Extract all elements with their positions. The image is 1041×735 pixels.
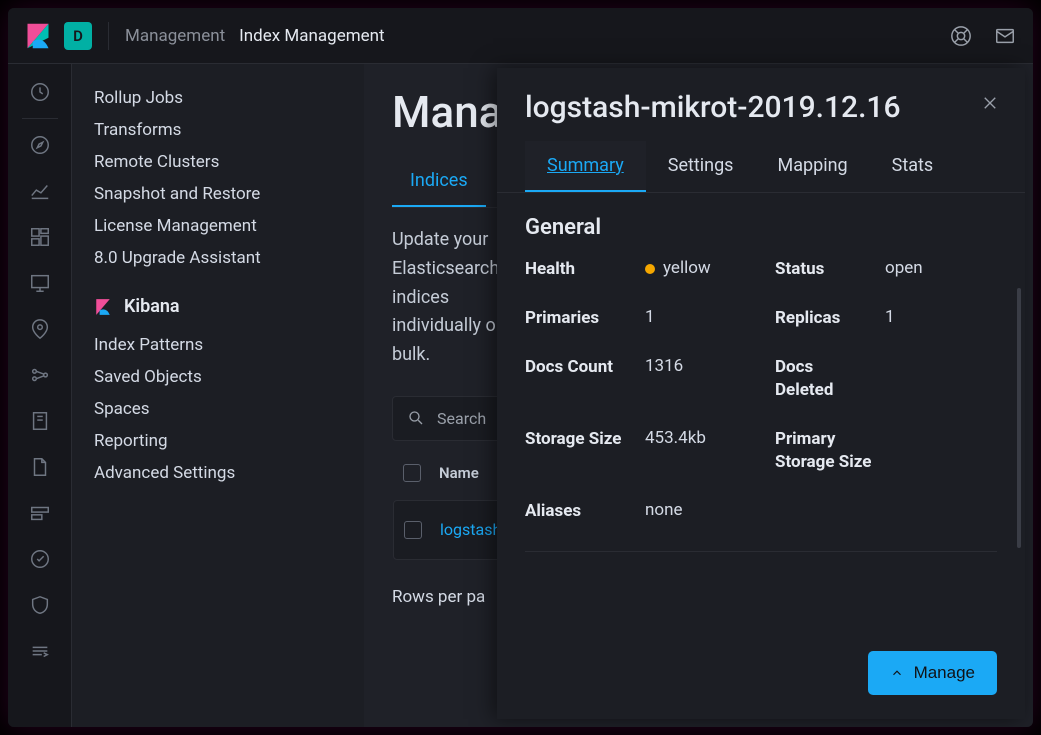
help-icon[interactable]	[949, 24, 973, 48]
value-primaries: 1	[645, 307, 765, 327]
sidebar-item-index-patterns[interactable]: Index Patterns	[94, 329, 364, 361]
label-storage-size: Storage Size	[525, 428, 635, 451]
value-status: open	[885, 258, 981, 278]
breadcrumb-parent[interactable]: Management	[125, 26, 225, 46]
tab-summary[interactable]: Summary	[525, 141, 646, 192]
discover-icon[interactable]	[28, 133, 52, 157]
sidebar-item-advanced-settings[interactable]: Advanced Settings	[94, 457, 364, 489]
collapse-icon[interactable]	[28, 639, 52, 663]
kibana-mini-icon	[94, 298, 112, 316]
nav-rail	[8, 64, 72, 727]
search-icon	[407, 409, 425, 427]
sidebar: Rollup Jobs Transforms Remote Clusters S…	[72, 64, 364, 727]
recent-icon[interactable]	[28, 80, 52, 104]
divider	[525, 551, 997, 552]
apm-icon[interactable]	[28, 501, 52, 525]
label-primary-storage-size: Primary Storage Size	[775, 428, 875, 474]
maps-icon[interactable]	[28, 317, 52, 341]
dashboard-icon[interactable]	[28, 225, 52, 249]
value-replicas: 1	[885, 307, 981, 327]
value-docs-count: 1316	[645, 356, 765, 376]
sidebar-item-rollup-jobs[interactable]: Rollup Jobs	[94, 82, 364, 114]
sidebar-item-transforms[interactable]: Transforms	[94, 114, 364, 146]
sidebar-item-snapshot-restore[interactable]: Snapshot and Restore	[94, 178, 364, 210]
ml-icon[interactable]	[28, 363, 52, 387]
sidebar-section-label: Kibana	[124, 296, 180, 317]
select-all-checkbox[interactable]	[403, 464, 421, 482]
value-health: yellow	[645, 258, 765, 278]
label-health: Health	[525, 258, 635, 281]
infra-icon[interactable]	[28, 409, 52, 433]
tab-stats[interactable]: Stats	[870, 141, 956, 192]
topbar: D Management Index Management	[8, 8, 1033, 64]
search-placeholder: Search	[437, 409, 486, 428]
canvas-icon[interactable]	[28, 271, 52, 295]
section-general-title: General	[525, 215, 997, 240]
label-status: Status	[775, 258, 875, 281]
sidebar-item-upgrade-assistant[interactable]: 8.0 Upgrade Assistant	[94, 242, 364, 274]
scrollbar[interactable]	[1017, 288, 1021, 548]
value-aliases: none	[645, 500, 765, 520]
divider	[22, 118, 58, 119]
sidebar-item-spaces[interactable]: Spaces	[94, 393, 364, 425]
siem-icon[interactable]	[28, 593, 52, 617]
label-docs-count: Docs Count	[525, 356, 635, 379]
tab-indices[interactable]: Indices	[392, 156, 486, 207]
visualize-icon[interactable]	[28, 179, 52, 203]
space-badge[interactable]: D	[64, 22, 92, 50]
uptime-icon[interactable]	[28, 547, 52, 571]
row-checkbox[interactable]	[404, 521, 422, 539]
sidebar-item-remote-clusters[interactable]: Remote Clusters	[94, 146, 364, 178]
value-storage-size: 453.4kb	[645, 428, 765, 448]
tab-mapping[interactable]: Mapping	[755, 141, 869, 192]
mail-icon[interactable]	[993, 24, 1017, 48]
close-button[interactable]	[981, 94, 999, 116]
label-aliases: Aliases	[525, 500, 635, 523]
index-detail-flyout: logstash-mikrot-2019.12.16 Summary Setti…	[497, 68, 1025, 719]
flyout-tabs: Summary Settings Mapping Stats	[497, 141, 1025, 193]
logs-icon[interactable]	[28, 455, 52, 479]
divider	[108, 22, 109, 50]
tab-settings[interactable]: Settings	[646, 141, 756, 192]
breadcrumb-current: Index Management	[239, 26, 384, 46]
sidebar-section-kibana: Kibana	[94, 274, 364, 329]
label-replicas: Replicas	[775, 307, 875, 330]
health-dot-icon	[645, 264, 655, 274]
sidebar-item-license-management[interactable]: License Management	[94, 210, 364, 242]
kibana-logo-icon[interactable]	[24, 22, 52, 50]
sidebar-item-saved-objects[interactable]: Saved Objects	[94, 361, 364, 393]
manage-button[interactable]: Manage	[868, 651, 997, 695]
breadcrumb: Management Index Management	[125, 26, 385, 46]
label-primaries: Primaries	[525, 307, 635, 330]
column-name[interactable]: Name	[439, 464, 479, 482]
chevron-up-icon	[890, 666, 904, 680]
manage-button-label: Manage	[914, 663, 975, 683]
flyout-title: logstash-mikrot-2019.12.16	[525, 90, 997, 125]
sidebar-item-reporting[interactable]: Reporting	[94, 425, 364, 457]
label-docs-deleted: Docs Deleted	[775, 356, 875, 402]
